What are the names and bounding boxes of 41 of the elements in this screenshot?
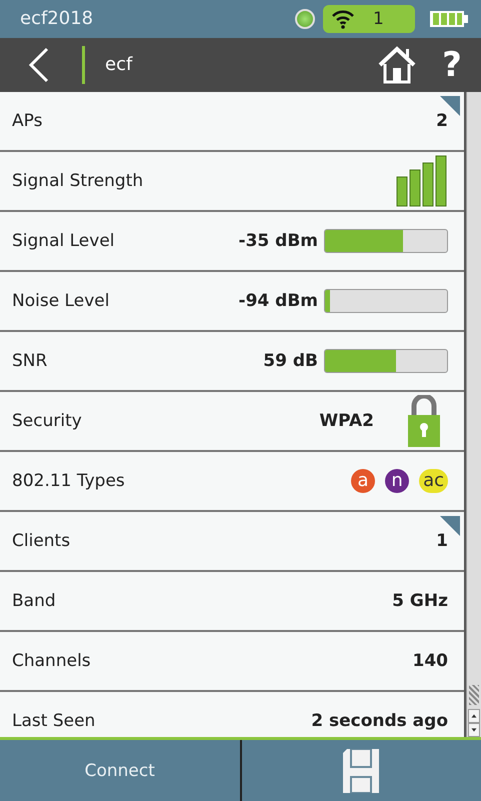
device-name: ecf2018: [20, 8, 94, 30]
save-button[interactable]: [242, 740, 481, 801]
battery-icon: [429, 10, 469, 28]
row-label: Last Seen: [12, 710, 96, 731]
row-value: WPA2: [319, 410, 374, 431]
row-value: 2: [436, 110, 448, 131]
row-label: 802.11 Types: [12, 470, 126, 491]
wifi-indicator[interactable]: 1: [323, 4, 415, 33]
row-value: 5 GHz: [392, 590, 448, 611]
network-count: 1: [373, 8, 384, 29]
page-title: ecf: [105, 54, 134, 76]
row-label: SNR: [12, 350, 48, 371]
help-button[interactable]: ?: [437, 44, 467, 85]
row-value: 2 seconds ago: [311, 710, 448, 731]
row-value: 140: [412, 650, 448, 671]
row-value: -94 dBm: [238, 290, 318, 311]
padlock-icon: [408, 394, 440, 447]
row-label: Clients: [12, 530, 72, 551]
row-label: Noise Level: [12, 290, 110, 311]
standard-badge: a: [351, 468, 376, 493]
row-value: -35 dBm: [238, 230, 318, 251]
row-value: 59 dB: [263, 350, 318, 371]
signal-bars-icon: [396, 154, 448, 207]
standard-badge: n: [385, 468, 410, 493]
scroll-up-icon[interactable]: [468, 709, 480, 724]
home-icon[interactable]: [377, 46, 417, 84]
row-label: Signal Level: [12, 230, 116, 251]
row-label: Security: [12, 410, 83, 431]
status-led-icon: [295, 8, 315, 29]
row-label: Signal Strength: [12, 170, 144, 191]
connect-button[interactable]: Connect: [0, 740, 240, 801]
scrollbar[interactable]: [466, 92, 481, 738]
row-label: APs: [12, 110, 44, 131]
row-label: Channels: [12, 650, 92, 671]
back-button[interactable]: [28, 46, 50, 83]
scroll-down-icon[interactable]: [468, 723, 480, 738]
wifi-icon: [331, 8, 355, 29]
row-label: Band: [12, 590, 57, 611]
row-value: 1: [436, 530, 448, 551]
scroll-thumb[interactable]: [469, 685, 479, 706]
standard-badge: ac: [419, 468, 448, 493]
